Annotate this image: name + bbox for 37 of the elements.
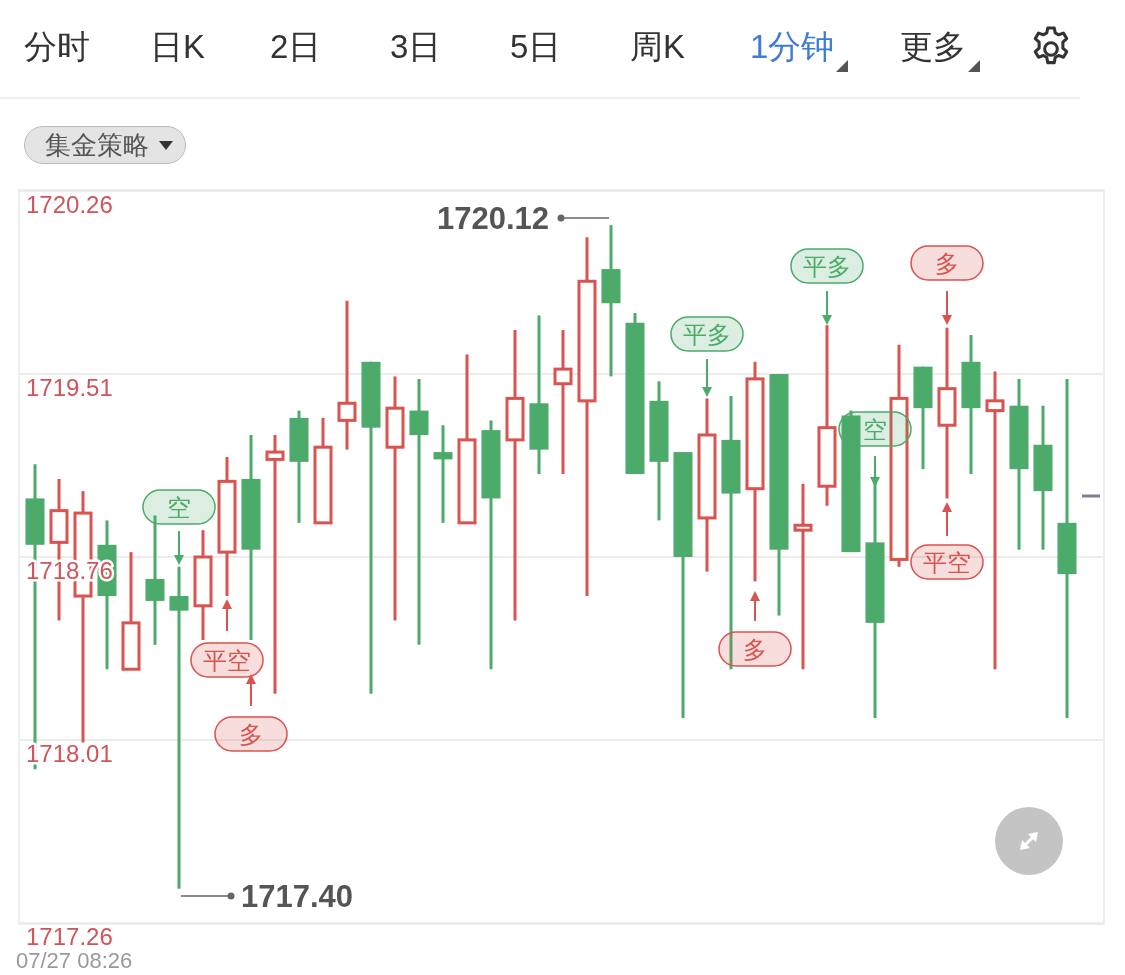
price-marker — [1082, 494, 1100, 498]
arrow — [174, 530, 184, 565]
arrow — [870, 455, 880, 487]
signal-tag: 平多 — [670, 316, 744, 352]
signal-tag: 多 — [718, 631, 792, 667]
caret-icon — [159, 140, 173, 150]
signal-tag: 平多 — [790, 248, 864, 284]
arrow — [822, 290, 832, 325]
tab[interactable]: 2日 — [270, 25, 390, 72]
timestamp: 07/27 08:26 — [16, 949, 134, 973]
tab[interactable]: 1分钟 — [750, 25, 900, 72]
strategy-dropdown[interactable]: 集金策略 — [24, 126, 186, 164]
arrow — [750, 591, 760, 622]
arrow — [942, 290, 952, 325]
signal-tag: 多 — [214, 716, 288, 752]
price-label: 1720.12 — [436, 201, 549, 236]
axis-label: 1717.26 — [26, 923, 113, 950]
tab[interactable]: 日K — [150, 25, 270, 72]
signal-tag: 空 — [838, 411, 912, 447]
signal-tag: 平空 — [190, 642, 264, 678]
arrow — [246, 674, 256, 707]
tab[interactable]: 5日 — [510, 25, 630, 72]
leader-line — [557, 214, 610, 222]
leader-line — [180, 892, 235, 900]
signal-tag: 多 — [910, 245, 984, 281]
arrow — [222, 599, 232, 632]
signal-tag: 空 — [142, 489, 216, 525]
price-label: 1717.40 — [241, 879, 354, 914]
signal-tag: 平空 — [910, 544, 984, 580]
tab[interactable]: 更多 — [900, 25, 1020, 72]
arrow — [702, 358, 712, 397]
tab[interactable]: 周K — [630, 25, 750, 72]
tab[interactable]: 3日 — [390, 25, 510, 72]
axis-label: 1719.51 — [26, 374, 113, 401]
arrow — [942, 502, 952, 537]
axis-label: 1720.26 — [26, 191, 113, 218]
tab[interactable]: 分时 — [24, 25, 150, 72]
